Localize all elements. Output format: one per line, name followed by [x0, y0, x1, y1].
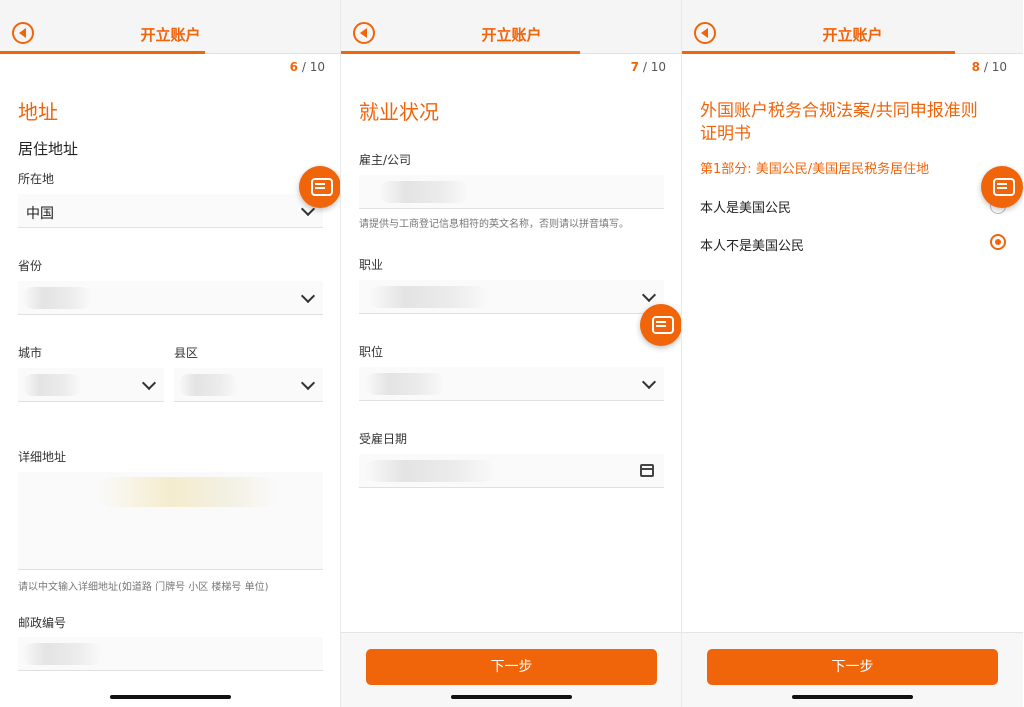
location-select[interactable]: 中国	[18, 194, 323, 228]
residential-address-title: 居住地址	[18, 140, 79, 158]
calendar-icon[interactable]	[640, 464, 654, 477]
header: 开立账户	[341, 0, 682, 54]
home-indicator	[792, 695, 913, 699]
section-heading-line2: 证明书	[700, 124, 751, 144]
chevron-down-icon	[641, 287, 657, 303]
redacted-value	[22, 643, 102, 665]
progress-bar	[0, 51, 205, 54]
district-label: 县区	[174, 346, 199, 360]
occupation-label: 职业	[359, 258, 384, 272]
position-select[interactable]	[359, 367, 664, 401]
page-title: 开立账户	[481, 26, 542, 44]
section-heading: 就业状况	[359, 100, 439, 124]
home-indicator	[110, 695, 231, 699]
redacted-value	[365, 373, 445, 395]
location-label: 所在地	[18, 172, 55, 186]
fatca-panel: 开立账户 8 / 10 外国账户税务合规法案/共同申报准则 证明书 第1部分: …	[682, 0, 1023, 707]
redacted-value	[98, 477, 278, 507]
employer-label: 雇主/公司	[359, 153, 412, 167]
hire-date-label: 受雇日期	[359, 432, 408, 446]
province-select[interactable]	[18, 281, 323, 315]
city-label: 城市	[18, 346, 43, 360]
chevron-down-icon	[141, 375, 157, 391]
part-heading: 第1部分: 美国公民/美国居民税务居住地	[700, 162, 930, 177]
home-indicator	[451, 695, 572, 699]
redacted-value	[379, 181, 469, 203]
next-button[interactable]: 下一步	[366, 649, 657, 685]
progress-bar	[341, 51, 580, 54]
district-select[interactable]	[174, 368, 323, 402]
progress-bar	[682, 51, 955, 54]
redacted-value	[369, 286, 489, 308]
position-label: 职位	[359, 345, 384, 359]
redacted-value	[22, 287, 92, 309]
chevron-down-icon	[641, 374, 657, 390]
step-counter: 8 / 10	[971, 60, 1007, 74]
step-counter: 7 / 10	[630, 60, 666, 74]
hire-date-input[interactable]	[359, 454, 664, 488]
option-us-citizen[interactable]: 本人是美国公民	[700, 197, 791, 216]
employer-input[interactable]	[359, 175, 664, 209]
redacted-value	[365, 460, 495, 482]
occupation-select[interactable]	[359, 280, 664, 314]
section-heading: 地址	[18, 100, 58, 124]
step-counter: 6 / 10	[289, 60, 325, 74]
employer-hint: 请提供与工商登记信息相符的英文名称，否则请以拼音填写。	[359, 219, 629, 230]
detail-address-hint: 请以中文输入详细地址(如道路 门牌号 小区 楼梯号 单位)	[18, 582, 269, 593]
detail-address-input[interactable]	[18, 472, 323, 570]
chevron-down-icon	[300, 288, 316, 304]
postal-code-label: 邮政编号	[18, 616, 67, 630]
chat-bubble-icon[interactable]	[640, 304, 682, 346]
detail-address-label: 详细地址	[18, 450, 67, 464]
radio-not-us-citizen[interactable]	[990, 234, 1006, 250]
page-title: 开立账户	[822, 26, 883, 44]
redacted-value	[178, 374, 238, 396]
option-not-us-citizen[interactable]: 本人不是美国公民	[700, 235, 804, 254]
section-heading: 外国账户税务合规法案/共同申报准则	[700, 101, 978, 121]
header: 开立账户	[0, 0, 341, 54]
next-button[interactable]: 下一步	[707, 649, 998, 685]
chat-bubble-icon[interactable]	[981, 166, 1023, 208]
header: 开立账户	[682, 0, 1023, 54]
city-select[interactable]	[18, 368, 164, 402]
postal-code-input[interactable]	[18, 637, 323, 671]
chat-bubble-icon[interactable]	[299, 166, 341, 208]
employment-panel: 开立账户 7 / 10 就业状况 雇主/公司 请提供与工商登记信息相符的英文名称…	[341, 0, 682, 707]
chevron-down-icon	[300, 375, 316, 391]
page-title: 开立账户	[140, 26, 201, 44]
redacted-value	[22, 374, 82, 396]
province-label: 省份	[18, 259, 43, 273]
location-value: 中国	[26, 206, 54, 222]
address-panel: 开立账户 6 / 10 地址 居住地址 所在地 中国 省份 城市 县区 详细地址…	[0, 0, 341, 707]
